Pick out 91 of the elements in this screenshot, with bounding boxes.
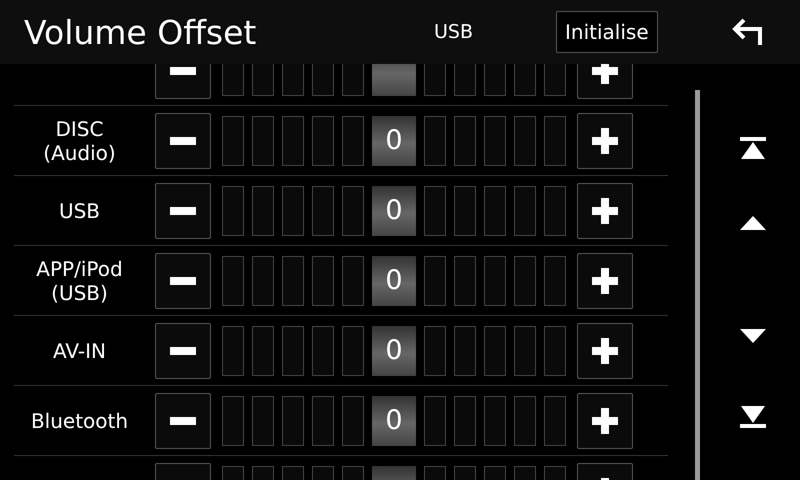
source-name: USB	[58, 198, 100, 222]
scale-segment	[342, 326, 364, 376]
offset-value: 0	[372, 116, 416, 166]
scale-segment	[342, 256, 364, 306]
plus-button[interactable]	[577, 112, 633, 168]
scale-segment	[252, 326, 274, 376]
scale-segment	[312, 326, 334, 376]
minus-icon	[170, 206, 196, 214]
plus-button[interactable]	[577, 322, 633, 378]
scroll-bottom-icon[interactable]	[740, 406, 766, 428]
plus-button[interactable]	[577, 392, 633, 448]
scale-segment	[484, 396, 506, 446]
scale-segment	[514, 116, 536, 166]
source-label: USB	[434, 21, 474, 43]
scale-segment	[484, 186, 506, 236]
scale-segment	[424, 396, 446, 446]
scale-segment	[222, 116, 244, 166]
scale-segment	[342, 186, 364, 236]
plus-icon	[592, 338, 618, 364]
plus-icon	[592, 128, 618, 154]
plus-icon	[592, 408, 618, 434]
plus-icon	[592, 198, 618, 224]
minus-icon	[170, 416, 196, 424]
scale-segment	[514, 256, 536, 306]
minus-icon	[170, 276, 196, 284]
scale-segment	[312, 256, 334, 306]
scale-segment	[342, 116, 364, 166]
minus-icon	[170, 136, 196, 144]
offset-value: 0	[372, 326, 416, 376]
scale-segment	[544, 396, 566, 446]
minus-icon	[170, 66, 196, 74]
scrollbar[interactable]	[695, 90, 700, 480]
scale-segment	[252, 256, 274, 306]
scroll-top-icon[interactable]	[740, 137, 766, 159]
back-icon[interactable]	[730, 17, 764, 47]
scale-segment	[252, 396, 274, 446]
scroll-down-icon[interactable]	[740, 329, 766, 343]
scale-segment	[282, 256, 304, 306]
minus-button[interactable]	[155, 182, 211, 238]
plus-icon	[592, 64, 618, 84]
minus-button[interactable]	[155, 322, 211, 378]
scale-segment	[424, 256, 446, 306]
scale-segment	[544, 256, 566, 306]
scale-segment	[454, 116, 476, 166]
offset-value: 0	[372, 256, 416, 306]
plus-button[interactable]	[577, 252, 633, 308]
offset-value: 0	[372, 186, 416, 236]
scale-segment	[454, 186, 476, 236]
scale-segment	[282, 116, 304, 166]
scroll-up-icon[interactable]	[740, 216, 766, 230]
scale-segment	[484, 256, 506, 306]
scale-segment	[424, 186, 446, 236]
scale-segment	[222, 326, 244, 376]
scale-segment	[312, 186, 334, 236]
minus-icon	[170, 346, 196, 354]
scale-segment	[454, 326, 476, 376]
scale-segment	[424, 116, 446, 166]
scale-segment	[514, 396, 536, 446]
minus-button[interactable]	[155, 112, 211, 168]
scale-segment	[252, 116, 274, 166]
source-name: DISC (Audio)	[43, 116, 116, 164]
scale-segment	[222, 396, 244, 446]
source-name: Bluetooth	[30, 408, 128, 432]
source-name: APP/iPod (USB)	[36, 256, 123, 304]
scale-segment	[342, 396, 364, 446]
source-name: AV-IN	[53, 338, 106, 362]
scale-segment	[544, 116, 566, 166]
scale-segment	[282, 326, 304, 376]
scale-segment	[222, 256, 244, 306]
scale-segment	[514, 326, 536, 376]
initialise-button[interactable]: Initialise	[556, 11, 658, 53]
scale-segment	[312, 396, 334, 446]
scale-segment	[484, 326, 506, 376]
scale-segment	[544, 186, 566, 236]
offset-value: 0	[372, 396, 416, 446]
minus-button[interactable]	[155, 252, 211, 308]
plus-icon	[592, 268, 618, 294]
scale-segment	[454, 256, 476, 306]
scale-segment	[424, 326, 446, 376]
screen-title: Volume Offset	[24, 12, 258, 52]
scale-segment	[514, 186, 536, 236]
scale-segment	[454, 396, 476, 446]
scale-segment	[484, 116, 506, 166]
scale-segment	[282, 186, 304, 236]
scale-segment	[312, 116, 334, 166]
minus-button[interactable]	[155, 392, 211, 448]
scale-segment	[252, 186, 274, 236]
plus-button[interactable]	[577, 182, 633, 238]
scale-segment	[544, 326, 566, 376]
scale-segment	[222, 186, 244, 236]
scale-segment	[282, 396, 304, 446]
